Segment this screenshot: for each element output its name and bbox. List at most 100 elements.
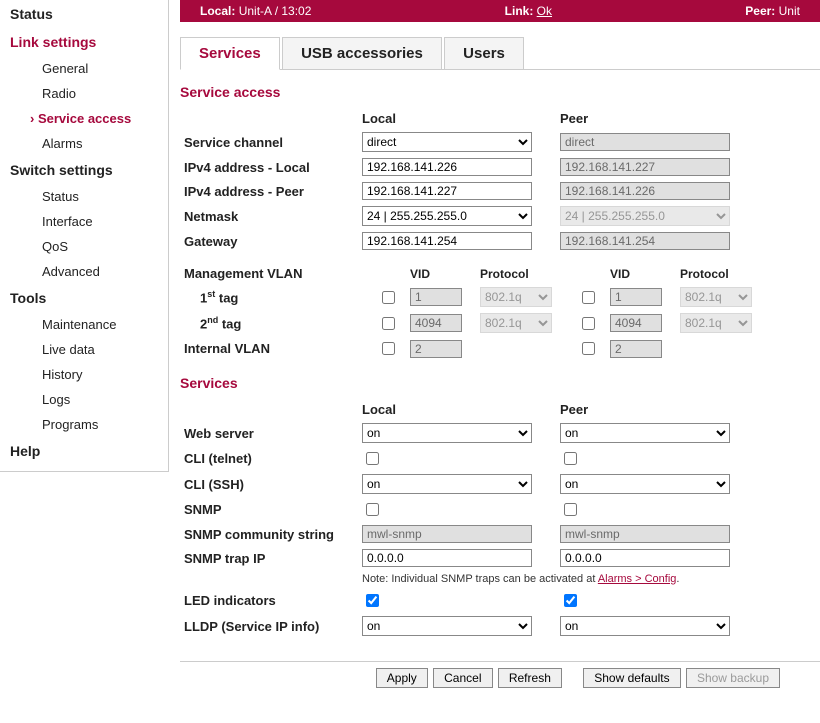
txt-tag1-vid-local	[410, 288, 462, 306]
lbl-tag1: 1st tag	[180, 284, 374, 310]
txt-snmp-trap-local[interactable]	[362, 549, 532, 567]
txt-service-channel-peer	[560, 133, 730, 151]
sidebar-group-switch[interactable]: Switch settings	[0, 156, 168, 184]
txt-internal-vid-peer	[610, 340, 662, 358]
txt-snmp-string-local	[362, 525, 532, 543]
section-services: Services	[180, 375, 820, 391]
link-alarms-config[interactable]: Alarms > Config	[598, 573, 677, 585]
sidebar-item-interface[interactable]: Interface	[0, 209, 168, 234]
chk-led-peer[interactable]	[564, 594, 577, 607]
col-peer: Peer	[556, 108, 820, 129]
sel-tag1-proto-peer: 802.1q	[680, 287, 752, 307]
col-local-2: Local	[358, 399, 556, 420]
col-local: Local	[358, 108, 556, 129]
hdr-vid-peer: VID	[606, 263, 676, 284]
chk-snmp-peer[interactable]	[564, 503, 577, 516]
sel-lldp-local[interactable]: on	[362, 616, 532, 636]
lbl-web-server: Web server	[180, 420, 358, 446]
chk-snmp-local[interactable]	[366, 503, 379, 516]
section-service-access: Service access	[180, 84, 820, 100]
col-peer-2: Peer	[556, 399, 820, 420]
lbl-snmp-string: SNMP community string	[180, 522, 358, 546]
sidebar-item-maintenance[interactable]: Maintenance	[0, 312, 168, 337]
apply-button[interactable]: Apply	[376, 668, 428, 688]
sel-web-peer[interactable]: on	[560, 423, 730, 443]
txt-ipv4-peer-local[interactable]	[362, 182, 532, 200]
sel-ssh-local[interactable]: on	[362, 474, 532, 494]
tabs: Services USB accessories Users	[180, 36, 820, 69]
sel-netmask-peer: 24 | 255.255.255.0	[560, 206, 730, 226]
lbl-tag2: 2nd tag	[180, 310, 374, 336]
lbl-led: LED indicators	[180, 588, 358, 613]
sidebar-item-logs[interactable]: Logs	[0, 387, 168, 412]
sel-ssh-peer[interactable]: on	[560, 474, 730, 494]
sidebar: Status Link settings General Radio Servi…	[0, 0, 169, 472]
sidebar-item-programs[interactable]: Programs	[0, 412, 168, 437]
sel-lldp-peer[interactable]: on	[560, 616, 730, 636]
chk-internal-local[interactable]	[382, 342, 395, 355]
lbl-lldp: LLDP (Service IP info)	[180, 613, 358, 639]
sidebar-item-radio[interactable]: Radio	[0, 81, 168, 106]
tab-usb-accessories[interactable]: USB accessories	[282, 37, 442, 70]
txt-ipv4-local-peer	[560, 158, 730, 176]
topbar-local: Local: Unit-A / 13:02	[200, 0, 311, 22]
txt-ipv4-peer-peer	[560, 182, 730, 200]
cancel-button[interactable]: Cancel	[433, 668, 492, 688]
lbl-mgmt-vlan: Management VLAN	[180, 263, 374, 284]
show-defaults-button[interactable]: Show defaults	[583, 668, 680, 688]
chk-tag1-local[interactable]	[382, 291, 395, 304]
sidebar-item-alarms[interactable]: Alarms	[0, 131, 168, 156]
topbar-link: Link: Ok	[505, 0, 552, 22]
sidebar-group-status[interactable]: Status	[0, 0, 168, 28]
topbar-peer: Peer: Unit	[745, 0, 800, 22]
hdr-vid-local: VID	[406, 263, 476, 284]
chk-telnet-local[interactable]	[366, 452, 379, 465]
sidebar-item-live-data[interactable]: Live data	[0, 337, 168, 362]
chk-tag2-peer[interactable]	[582, 317, 595, 330]
sidebar-group-tools[interactable]: Tools	[0, 284, 168, 312]
lbl-service-channel: Service channel	[180, 129, 358, 155]
txt-internal-vid-local	[410, 340, 462, 358]
button-bar: Apply Cancel Refresh Show defaults Show …	[180, 661, 820, 694]
hdr-proto-peer: Protocol	[676, 263, 820, 284]
txt-snmp-string-peer	[560, 525, 730, 543]
txt-ipv4-local-local[interactable]	[362, 158, 532, 176]
sidebar-group-link[interactable]: Link settings	[0, 28, 168, 56]
chk-led-local[interactable]	[366, 594, 379, 607]
sel-web-local[interactable]: on	[362, 423, 532, 443]
txt-tag2-vid-local	[410, 314, 462, 332]
main: Services USB accessories Users Service a…	[180, 36, 820, 639]
sidebar-item-service-access[interactable]: Service access	[0, 106, 168, 131]
sidebar-item-switch-status[interactable]: Status	[0, 184, 168, 209]
chk-tag1-peer[interactable]	[582, 291, 595, 304]
lbl-ssh: CLI (SSH)	[180, 471, 358, 497]
txt-tag2-vid-peer	[610, 314, 662, 332]
chk-tag2-local[interactable]	[382, 317, 395, 330]
lbl-snmp: SNMP	[180, 497, 358, 522]
topbar-link-status[interactable]: Ok	[537, 4, 552, 18]
tab-users[interactable]: Users	[444, 37, 524, 70]
sidebar-group-help[interactable]: Help	[0, 437, 168, 465]
lbl-gateway: Gateway	[180, 229, 358, 253]
chk-internal-peer[interactable]	[582, 342, 595, 355]
sel-tag1-proto-local: 802.1q	[480, 287, 552, 307]
sidebar-item-history[interactable]: History	[0, 362, 168, 387]
txt-gateway-local[interactable]	[362, 232, 532, 250]
sidebar-item-advanced[interactable]: Advanced	[0, 259, 168, 284]
lbl-snmp-trap: SNMP trap IP	[180, 546, 358, 570]
txt-tag1-vid-peer	[610, 288, 662, 306]
sidebar-item-general[interactable]: General	[0, 56, 168, 81]
sidebar-item-qos[interactable]: QoS	[0, 234, 168, 259]
sel-service-channel-local[interactable]: direct	[362, 132, 532, 152]
sel-netmask-local[interactable]: 24 | 255.255.255.0	[362, 206, 532, 226]
show-backup-button: Show backup	[686, 668, 780, 688]
topbar: Local: Unit-A / 13:02 Link: Ok Peer: Uni…	[180, 0, 820, 22]
sel-tag2-proto-local: 802.1q	[480, 313, 552, 333]
refresh-button[interactable]: Refresh	[498, 668, 562, 688]
txt-gateway-peer	[560, 232, 730, 250]
chk-telnet-peer[interactable]	[564, 452, 577, 465]
hdr-proto-local: Protocol	[476, 263, 574, 284]
txt-snmp-trap-peer[interactable]	[560, 549, 730, 567]
lbl-netmask: Netmask	[180, 203, 358, 229]
tab-services[interactable]: Services	[180, 37, 280, 70]
